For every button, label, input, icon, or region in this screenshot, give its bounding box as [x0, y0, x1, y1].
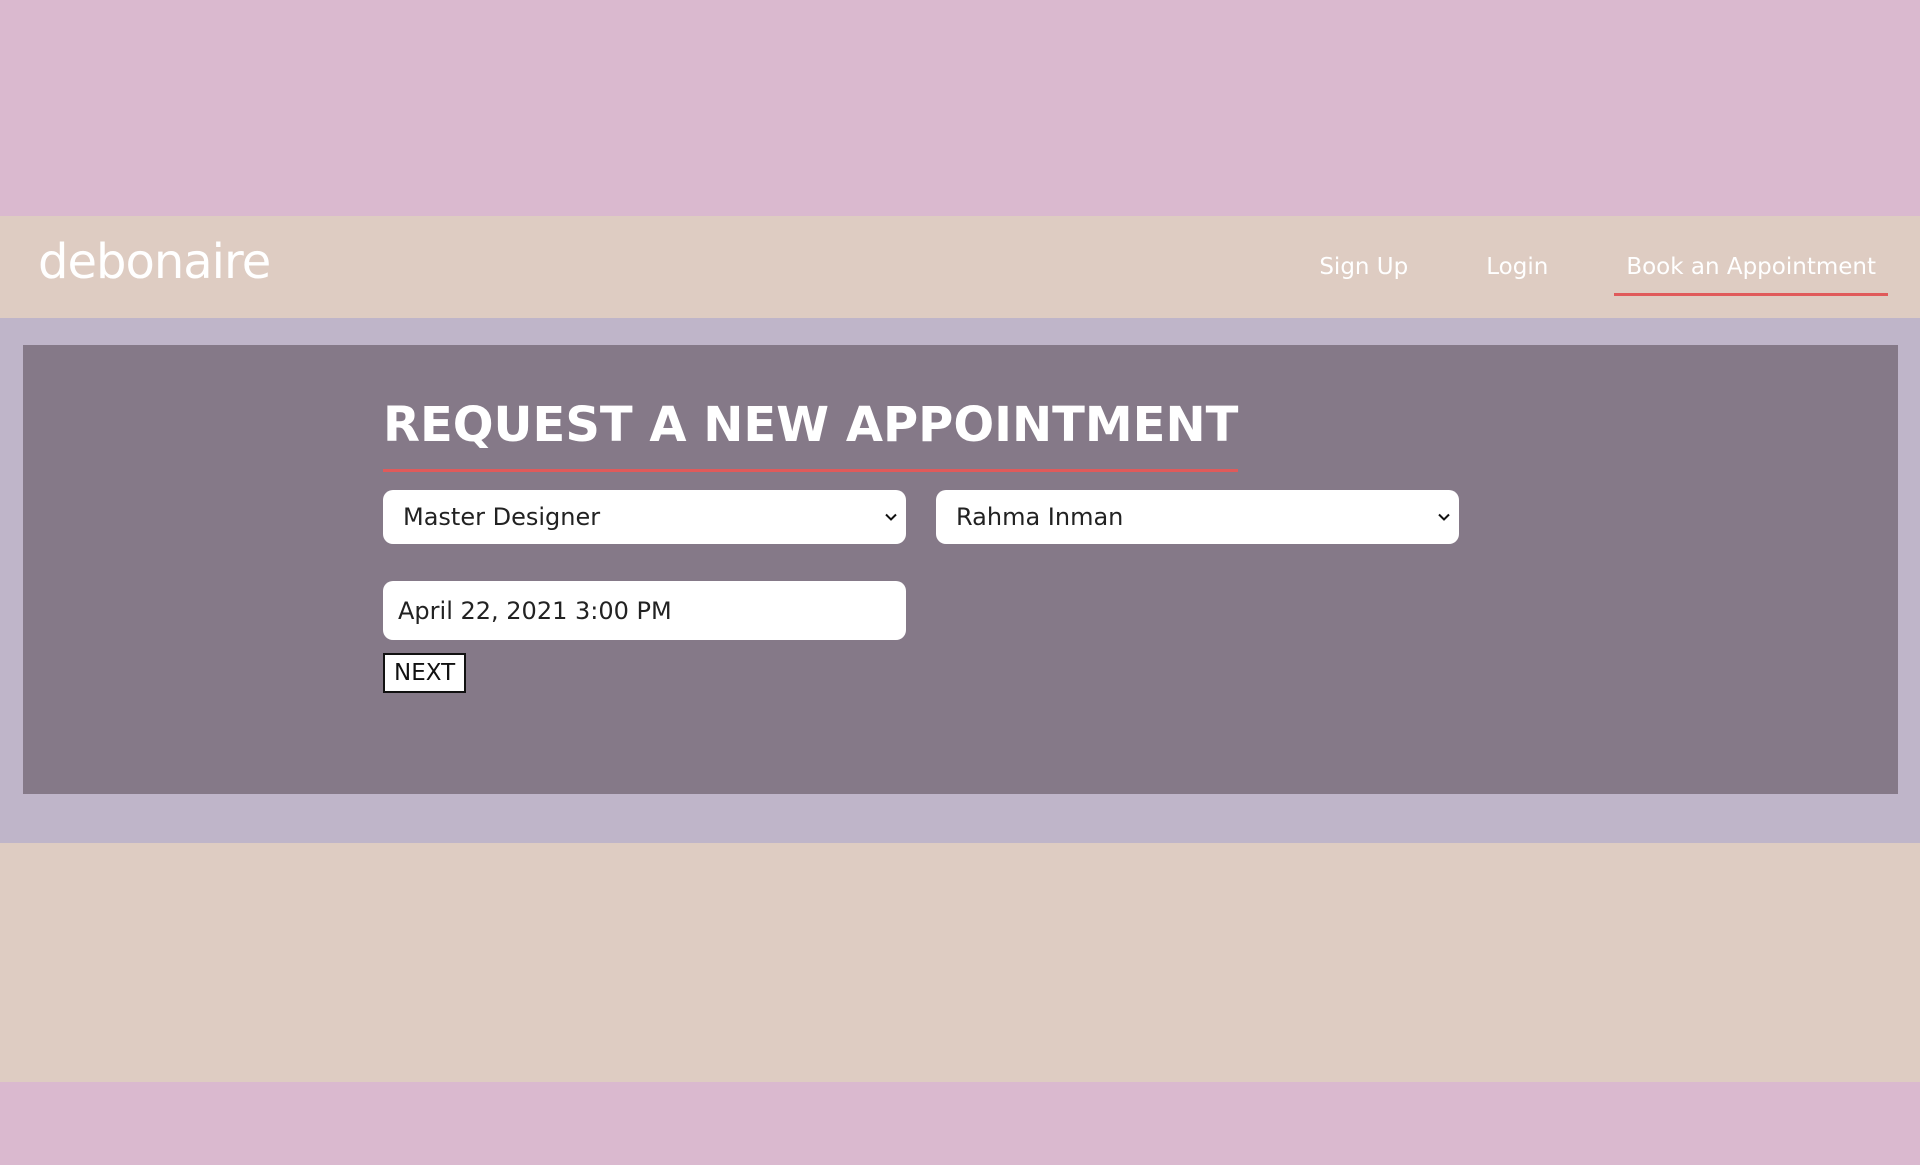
datetime-input[interactable]: April 22, 2021 3:00 PM — [383, 581, 906, 640]
top-band — [0, 0, 1920, 216]
nav-sign-up[interactable]: Sign Up — [1307, 228, 1420, 306]
content-area: REQUEST A NEW APPOINTMENT Master Designe… — [0, 318, 1920, 843]
footer — [0, 843, 1920, 1082]
service-select-value: Master Designer — [403, 503, 601, 531]
nav-book-appointment[interactable]: Book an Appointment — [1614, 228, 1888, 306]
nav-login[interactable]: Login — [1474, 228, 1560, 306]
nav-links: Sign Up Login Book an Appointment — [1253, 216, 1888, 318]
service-select[interactable]: Master Designer — [383, 490, 906, 544]
page-title: REQUEST A NEW APPOINTMENT — [383, 397, 1239, 472]
chevron-down-icon — [885, 513, 897, 521]
chevron-down-icon — [1438, 513, 1450, 521]
appointment-panel: REQUEST A NEW APPOINTMENT Master Designe… — [23, 345, 1898, 794]
navbar: debonaire Sign Up Login Book an Appointm… — [0, 216, 1920, 318]
next-button[interactable]: NEXT — [383, 653, 467, 693]
bottom-band — [0, 1082, 1920, 1165]
stylist-select[interactable]: Rahma Inman — [936, 490, 1459, 544]
stylist-select-value: Rahma Inman — [956, 503, 1124, 531]
datetime-value: April 22, 2021 3:00 PM — [398, 596, 672, 625]
brand-logo[interactable]: debonaire — [38, 234, 271, 290]
